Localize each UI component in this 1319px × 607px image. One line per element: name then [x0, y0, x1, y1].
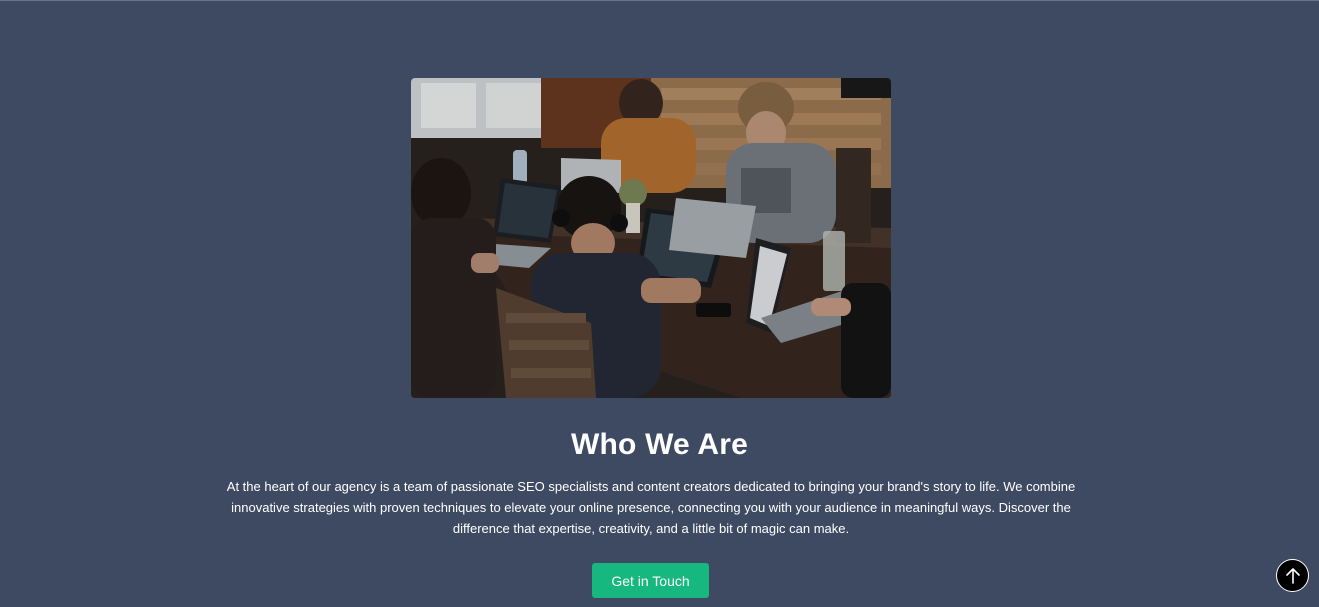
- arrow-up-icon: [1285, 567, 1300, 584]
- section-title: Who We Are: [570, 428, 748, 461]
- section-description: At the heart of our agency is a team of …: [226, 479, 1076, 536]
- team-photo: [411, 78, 891, 398]
- get-in-touch-button[interactable]: Get in Touch: [592, 563, 709, 598]
- scroll-to-top-button[interactable]: [1276, 559, 1309, 592]
- top-divider: [0, 0, 1319, 1]
